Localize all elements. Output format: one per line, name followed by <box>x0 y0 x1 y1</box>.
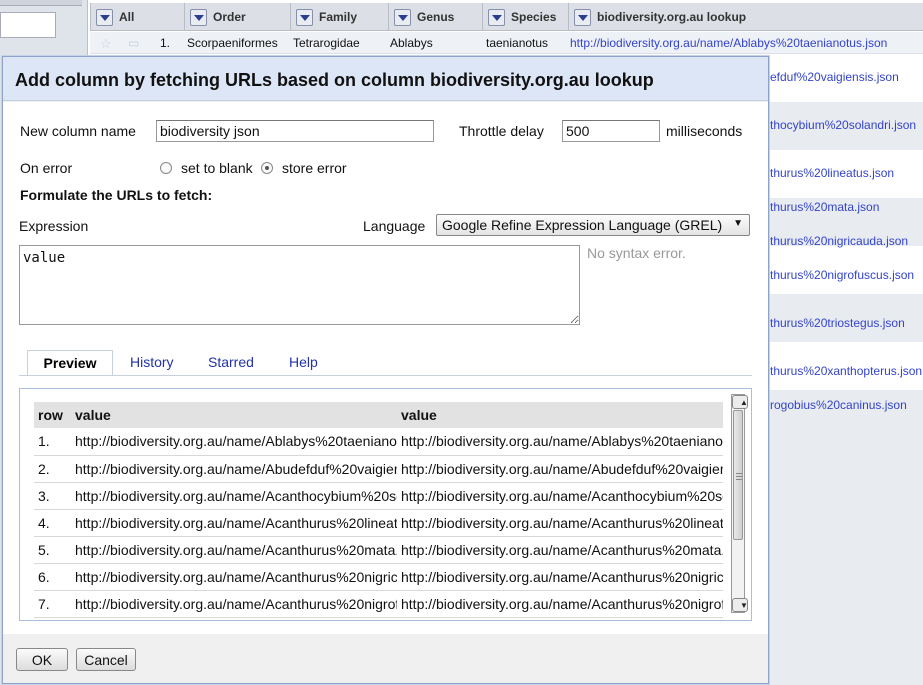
row-number-cell: 5. <box>34 536 71 564</box>
row-number-cell: 7. <box>34 590 71 618</box>
table-row: 5. http://biodiversity.org.au/name/Acanth… <box>34 536 723 564</box>
column-header-row: row <box>34 402 71 428</box>
column-header-all[interactable]: All <box>90 3 184 31</box>
column-menu-icon[interactable] <box>96 8 113 26</box>
on-error-label: On error <box>20 160 73 176</box>
result-cell: http://biodiversity.org.au/name/Abudefdu… <box>397 455 723 483</box>
add-column-dialog: Add column by fetching URLs based on col… <box>2 56 769 684</box>
language-label: Language <box>363 218 426 234</box>
left-panel-box[interactable] <box>0 12 56 38</box>
column-header-lookup[interactable]: biodiversity.org.au lookup <box>568 3 923 31</box>
row-index: 1. <box>160 36 171 50</box>
row-number-cell: 3. <box>34 482 71 510</box>
row-number-cell: 2. <box>34 455 71 483</box>
cell-order: Scorpaeniformes <box>187 36 278 50</box>
cell-lookup-link[interactable]: efduf%20vaigiensis.json <box>770 70 899 84</box>
column-menu-icon[interactable] <box>190 8 207 26</box>
cell-lookup-link[interactable]: thurus%20triostegus.json <box>770 316 905 330</box>
throttle-delay-label: Throttle delay <box>459 123 544 139</box>
preview-panel: row value value 1. http://biodiversity.or… <box>19 388 752 621</box>
throttle-delay-input[interactable] <box>562 120 660 142</box>
column-header-genus[interactable]: Genus <box>388 3 482 31</box>
cell-lookup-link[interactable]: http://biodiversity.org.au/name/Ablabys%… <box>570 36 887 50</box>
cell-species: taenianotus <box>486 36 549 50</box>
result-cell: http://biodiversity.org.au/name/Acanthur… <box>397 590 723 618</box>
store-error-option[interactable]: store error <box>261 160 347 176</box>
throttle-unit-label: milliseconds <box>666 123 743 139</box>
value-cell: http://biodiversity.org.au/name/Abudefdu… <box>71 455 397 483</box>
value-cell: http://biodiversity.org.au/name/Acanthur… <box>71 509 397 537</box>
radio-button[interactable] <box>160 162 172 174</box>
grid-header: All Order Family Genus Species biodivers… <box>90 3 923 31</box>
radio-button-selected[interactable] <box>261 162 273 174</box>
column-header-order[interactable]: Order <box>184 3 290 31</box>
value-cell: http://biodiversity.org.au/name/Acanthur… <box>71 563 397 591</box>
cell-lookup-link[interactable]: thurus%20nigrofuscus.json <box>770 268 914 282</box>
result-cell: http://biodiversity.org.au/name/Acanthoc… <box>397 482 723 510</box>
set-to-blank-option[interactable]: set to blank <box>160 160 253 176</box>
cell-lookup-link[interactable]: thurus%20nigricauda.json <box>770 234 908 248</box>
value-cell: http://biodiversity.org.au/name/Acanthur… <box>71 590 397 618</box>
language-select[interactable]: Google Refine Expression Language (GREL)… <box>436 214 750 236</box>
value-cell: http://biodiversity.org.au/name/Acanthoc… <box>71 482 397 510</box>
row-number-cell: 6. <box>34 563 71 591</box>
new-column-label: New column name <box>20 123 136 139</box>
scroll-thumb[interactable] <box>733 410 743 540</box>
table-row: 2. http://biodiversity.org.au/name/Abudef… <box>34 455 723 483</box>
column-header-result: value <box>397 402 723 428</box>
result-cell: http://biodiversity.org.au/name/Ablabys%… <box>397 428 723 456</box>
cell-genus: Ablabys <box>390 36 433 50</box>
column-menu-icon[interactable] <box>394 8 411 26</box>
cell-lookup-link[interactable]: rogobius%20caninus.json <box>770 398 907 412</box>
cell-lookup-link[interactable]: thurus%20lineatus.json <box>770 166 894 180</box>
cancel-button[interactable]: Cancel <box>76 648 136 671</box>
column-header-species[interactable]: Species <box>482 3 568 31</box>
flag-icon[interactable]: ▭ <box>128 36 139 50</box>
value-cell: http://biodiversity.org.au/name/Acanthur… <box>71 536 397 564</box>
tab-help[interactable]: Help <box>289 350 318 375</box>
column-menu-icon[interactable] <box>488 8 505 26</box>
preview-scrollbar[interactable]: ▲ ▼ <box>731 394 748 613</box>
table-row: ☆ ▭ 1. Scorpaeniformes Tetrarogidae Abla… <box>90 32 923 54</box>
result-cell: http://biodiversity.org.au/name/Acanthur… <box>397 536 723 564</box>
tab-starred[interactable]: Starred <box>208 350 254 375</box>
table-row: 6. http://biodiversity.org.au/name/Acanth… <box>34 563 723 591</box>
table-row: 1. http://biodiversity.org.au/name/Ablaby… <box>34 428 723 456</box>
scroll-down-arrow-icon[interactable]: ▼ <box>732 598 748 612</box>
new-column-name-input[interactable] <box>156 120 434 142</box>
star-icon[interactable]: ☆ <box>100 36 112 52</box>
result-cell: http://biodiversity.org.au/name/Acanthur… <box>397 509 723 537</box>
column-header-value: value <box>71 402 397 428</box>
dialog-title[interactable]: Add column by fetching URLs based on col… <box>3 57 768 101</box>
cell-lookup-link[interactable]: thocybium%20solandri.json <box>770 118 916 132</box>
table-row: 3. http://biodiversity.org.au/name/Acanth… <box>34 482 723 510</box>
cell-family: Tetrarogidae <box>293 36 360 50</box>
dialog-footer: OK Cancel <box>3 635 768 683</box>
ok-button[interactable]: OK <box>16 648 68 671</box>
formulate-urls-heading: Formulate the URLs to fetch: <box>20 187 213 203</box>
column-menu-icon[interactable] <box>296 8 313 26</box>
table-row: 4. http://biodiversity.org.au/name/Acanth… <box>34 509 723 537</box>
tab-preview[interactable]: Preview <box>27 350 113 375</box>
expression-label: Expression <box>19 218 89 234</box>
column-header-family[interactable]: Family <box>290 3 388 31</box>
cell-lookup-link[interactable]: thurus%20xanthopterus.json <box>770 364 922 378</box>
cell-lookup-link[interactable]: thurus%20mata.json <box>770 200 879 214</box>
syntax-status: No syntax error. <box>587 245 686 261</box>
scroll-up-arrow-icon[interactable]: ▲ <box>732 395 748 409</box>
table-row: 7. http://biodiversity.org.au/name/Acanth… <box>34 590 723 618</box>
left-panel-tab[interactable] <box>0 0 82 6</box>
expression-editor[interactable] <box>19 245 580 325</box>
dropdown-arrow-icon: ▼ <box>733 218 743 229</box>
dialog-body: New column name Throttle delay milliseco… <box>3 102 768 634</box>
column-menu-icon[interactable] <box>574 8 591 26</box>
value-cell: http://biodiversity.org.au/name/Ablabys%… <box>71 428 397 456</box>
result-cell: http://biodiversity.org.au/name/Acanthur… <box>397 563 723 591</box>
row-number-cell: 1. <box>34 428 71 456</box>
row-number-cell: 4. <box>34 509 71 537</box>
preview-table: row value value 1. http://biodiversity.or… <box>34 402 723 618</box>
tab-history[interactable]: History <box>130 350 174 375</box>
